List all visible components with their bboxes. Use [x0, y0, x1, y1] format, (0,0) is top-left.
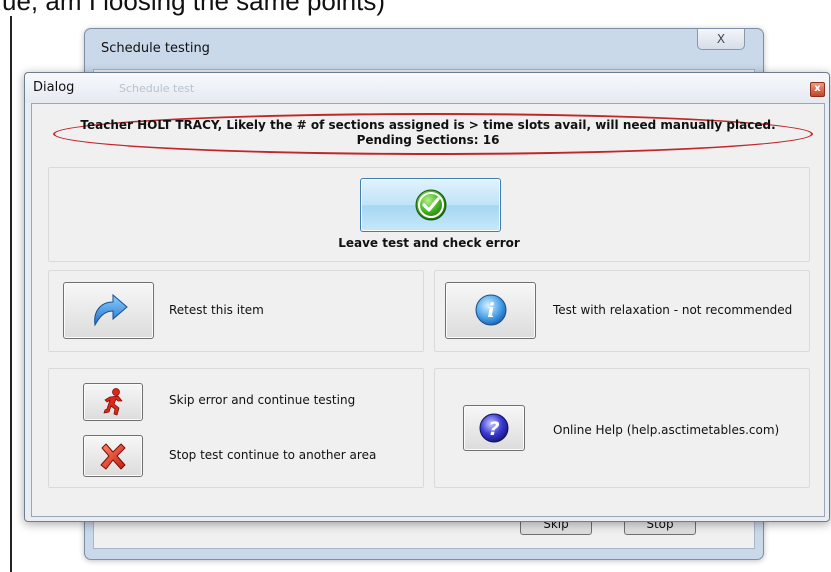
dialog-ghost-title: Schedule test [119, 82, 195, 95]
dialog-body: Teacher HOLT TRACY, Likely the # of sect… [31, 103, 825, 517]
retest-label: Retest this item [169, 303, 264, 317]
help-panel: ? Online Help (help.asctimetables.com) [434, 368, 810, 488]
relaxation-label: Test with relaxation - not recommended [553, 303, 793, 317]
red-x-icon [100, 443, 126, 470]
curved-arrow-icon [94, 293, 128, 327]
close-icon: x [814, 83, 821, 94]
relaxation-button[interactable]: i [445, 282, 536, 339]
relaxation-panel: i Test with relaxation - not recommended [434, 270, 810, 352]
schedule-testing-title: Schedule testing [101, 41, 210, 56]
document-border [10, 16, 12, 572]
svg-text:i: i [487, 298, 495, 322]
running-man-icon [103, 388, 123, 416]
dialog-window: Dialog Schedule test x Teacher HOLT TRAC… [24, 72, 830, 522]
stop-test-button[interactable] [83, 435, 143, 477]
leave-test-button[interactable] [360, 178, 501, 232]
retest-panel: Retest this item [48, 270, 424, 352]
question-icon: ? [479, 413, 509, 443]
dialog-close-button[interactable]: x [810, 82, 825, 97]
skip-error-button[interactable] [83, 383, 143, 421]
warning-line-1: Teacher HOLT TRACY, Likely the # of sect… [80, 118, 776, 132]
close-icon: X [716, 32, 726, 46]
schedule-testing-close-button[interactable]: X [697, 29, 745, 50]
check-circle-icon [415, 189, 447, 221]
dialog-title: Dialog [33, 80, 75, 95]
background-document-text: ue, am I loosing the same points) [2, 0, 385, 16]
info-icon: i [475, 294, 507, 326]
warning-line-2: Pending Sections: 16 [356, 133, 500, 147]
online-help-label: Online Help (help.asctimetables.com) [553, 423, 780, 437]
leave-test-panel: Leave test and check error [48, 167, 810, 262]
skip-error-label: Skip error and continue testing [169, 393, 356, 407]
online-help-button[interactable]: ? [463, 405, 525, 451]
stop-test-label: Stop test continue to another area [169, 448, 377, 462]
warning-message: Teacher HOLT TRACY, Likely the # of sect… [48, 118, 808, 148]
svg-text:?: ? [488, 418, 499, 440]
retest-button[interactable] [63, 282, 154, 339]
leave-test-label: Leave test and check error [338, 236, 520, 250]
dialog-titlebar: Dialog Schedule test x [25, 73, 829, 103]
skip-stop-panel: Skip error and continue testing Stop tes… [48, 368, 424, 488]
